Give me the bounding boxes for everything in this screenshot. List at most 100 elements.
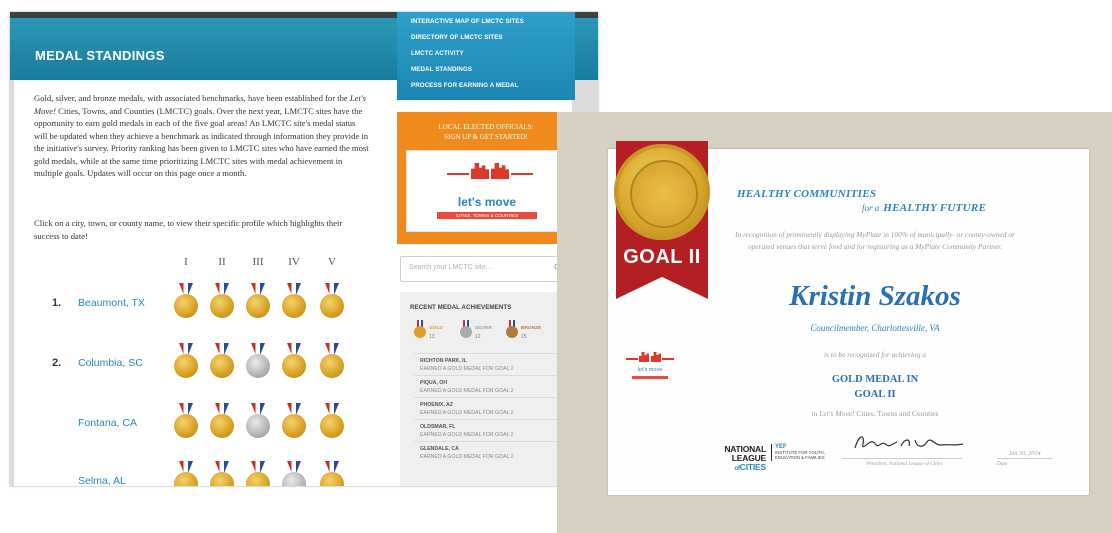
gold-medal-icon xyxy=(210,403,234,439)
medal-total-count: 13 xyxy=(429,334,435,340)
gold-medal-icon xyxy=(174,403,198,439)
divider xyxy=(414,375,564,376)
silver-medal-icon xyxy=(282,461,306,486)
medal-disc xyxy=(210,472,234,486)
medal-total-count: 12 xyxy=(475,334,481,340)
nav-item[interactable]: MEDAL STANDINGS xyxy=(411,66,472,73)
certificate-lets-move-logo: let's move xyxy=(620,352,680,386)
gold-medal-icon xyxy=(320,283,344,319)
medal-disc xyxy=(282,354,306,378)
medal-disc xyxy=(174,472,198,486)
promo-heading: LOCAL ELECTED OFFICIALS: SIGN UP & GET S… xyxy=(438,123,534,141)
signature-icon xyxy=(854,436,964,449)
nav-item[interactable]: LMCTC ACTIVITY xyxy=(411,50,464,57)
medal-disc xyxy=(320,294,344,318)
medal-disc xyxy=(414,326,426,338)
silver-medal-icon xyxy=(246,403,270,439)
recognition-text: In recognition of prominently displaying… xyxy=(735,230,1015,251)
achievement-description: EARNED A GOLD MEDAL FOR GOAL 2 xyxy=(420,454,514,460)
rank-number: 2. xyxy=(52,357,62,369)
award-line-1: GOLD MEDAL IN xyxy=(831,374,919,385)
site-search-input[interactable]: Search your LMCTC site... xyxy=(400,256,572,282)
bronze-medal-icon xyxy=(506,320,518,338)
recent-achievements-panel: RECENT MEDAL ACHIEVEMENTS GOLD 13 SILVER 12… xyxy=(400,292,572,486)
nav-item[interactable]: PROCESS FOR EARNING A MEDAL xyxy=(411,82,518,89)
site-link[interactable]: Columbia, SC xyxy=(78,357,143,369)
national-league-of-cities-logo: NATIONAL LEAGUE ofCITIES xyxy=(724,444,766,473)
gold-medal-icon xyxy=(246,283,270,319)
website-screenshot: MEDAL STANDINGS Gold, silver, and bronze… xyxy=(10,12,598,486)
gold-seal-icon xyxy=(614,144,710,240)
certificate-heading-line1: HEALTHY COMMUNITIES xyxy=(737,188,877,200)
medal-disc xyxy=(174,414,198,438)
medal-total-count: 15 xyxy=(521,334,527,340)
gold-medal-icon xyxy=(282,343,306,379)
gold-medal-icon xyxy=(320,343,344,379)
achievement-place[interactable]: RICHTON PARK, IL xyxy=(420,358,467,364)
goal-column-header: V xyxy=(328,256,336,268)
site-link[interactable]: Beaumont, TX xyxy=(78,297,145,309)
medal-total-label: GOLD xyxy=(429,326,443,331)
divider xyxy=(414,353,564,354)
achievement-description: EARNED A GOLD MEDAL FOR GOAL 2 xyxy=(420,388,514,394)
recent-achievements-title: RECENT MEDAL ACHIEVEMENTS xyxy=(410,304,512,311)
medal-total-label: BRONZE xyxy=(521,326,542,331)
page-title: MEDAL STANDINGS xyxy=(35,48,165,63)
divider xyxy=(414,419,564,420)
gold-medal-icon xyxy=(246,461,270,486)
certificate-date: Jan 30, 2014 xyxy=(1008,450,1041,457)
yef-institute-logo: YEF INSTITUTE FOR YOUTH, EDUCATION & FAMI… xyxy=(771,444,835,461)
divider xyxy=(414,441,564,442)
gold-medal-icon xyxy=(210,283,234,319)
medal-disc xyxy=(320,354,344,378)
date-line xyxy=(997,458,1052,459)
silver-medal-icon xyxy=(460,320,472,338)
goal-column-header: II xyxy=(218,256,226,268)
goal-column-header: IV xyxy=(288,256,300,268)
gold-medal-icon xyxy=(174,283,198,319)
medal-disc xyxy=(246,414,270,438)
goal-column-header: III xyxy=(252,256,264,268)
achievement-description: EARNED A GOLD MEDAL FOR GOAL 2 xyxy=(420,366,514,372)
site-link[interactable]: Fontana, CA xyxy=(78,417,137,429)
recognition-phrase: is to be recognized for achieving a xyxy=(824,350,926,359)
achievement-place[interactable]: OLDSMAR, FL xyxy=(420,424,455,430)
achievement-description: EARNED A GOLD MEDAL FOR GOAL 2 xyxy=(420,410,514,416)
achievement-place[interactable]: PHOENIX, AZ xyxy=(420,402,453,408)
medal-disc xyxy=(246,472,270,486)
medal-disc xyxy=(246,294,270,318)
program-name: in Let's Move! Cities, Towns and Countie… xyxy=(811,409,939,418)
gold-medal-icon xyxy=(282,283,306,319)
rank-number: 1. xyxy=(52,297,62,309)
medal-disc xyxy=(320,472,344,486)
medal-disc xyxy=(282,472,306,486)
certificate-heading-line2: for a HEALTHY FUTURE xyxy=(862,202,987,214)
gold-medal-icon xyxy=(174,343,198,379)
gold-medal-icon xyxy=(210,343,234,379)
recipient-name: Kristin Szakos xyxy=(789,280,961,312)
lets-move-logo: let's move CITIES, TOWNS & COUNTIES xyxy=(406,150,568,232)
signature-title: President, National League of Cities xyxy=(866,461,943,467)
gold-medal-icon xyxy=(320,461,344,486)
intro-paragraph: Gold, silver, and bronze medals, with as… xyxy=(34,93,369,178)
medal-disc xyxy=(246,354,270,378)
goal-column-header: I xyxy=(184,256,188,268)
medal-disc xyxy=(506,326,518,338)
signature-line xyxy=(842,458,962,459)
signup-promo-box[interactable]: LOCAL ELECTED OFFICIALS: SIGN UP & GET S… xyxy=(397,112,575,244)
search-placeholder: Search your LMCTC site... xyxy=(409,264,492,271)
gold-medal-icon xyxy=(414,320,426,338)
gold-medal-icon xyxy=(210,461,234,486)
nav-item[interactable]: INTERACTIVE MAP OF LMCTC SITES xyxy=(411,18,524,25)
award-line-2: GOAL II xyxy=(854,389,896,400)
medal-disc xyxy=(210,354,234,378)
achievement-description: EARNED A GOLD MEDAL FOR GOAL 2 xyxy=(420,432,514,438)
gold-medal-icon xyxy=(282,403,306,439)
achievement-place[interactable]: PIQUA, OH xyxy=(420,380,447,386)
medal-disc xyxy=(174,294,198,318)
achievement-place[interactable]: GLENDALE, CA xyxy=(420,446,459,452)
nav-item[interactable]: DIRECTORY OF LMCTC SITES xyxy=(411,34,503,41)
nav-dropdown-menu: INTERACTIVE MAP OF LMCTC SITES DIRECTORY … xyxy=(397,12,575,100)
click-instruction: Click on a city, town, or county name, t… xyxy=(34,218,343,241)
site-link[interactable]: Selma, AL xyxy=(78,475,126,486)
